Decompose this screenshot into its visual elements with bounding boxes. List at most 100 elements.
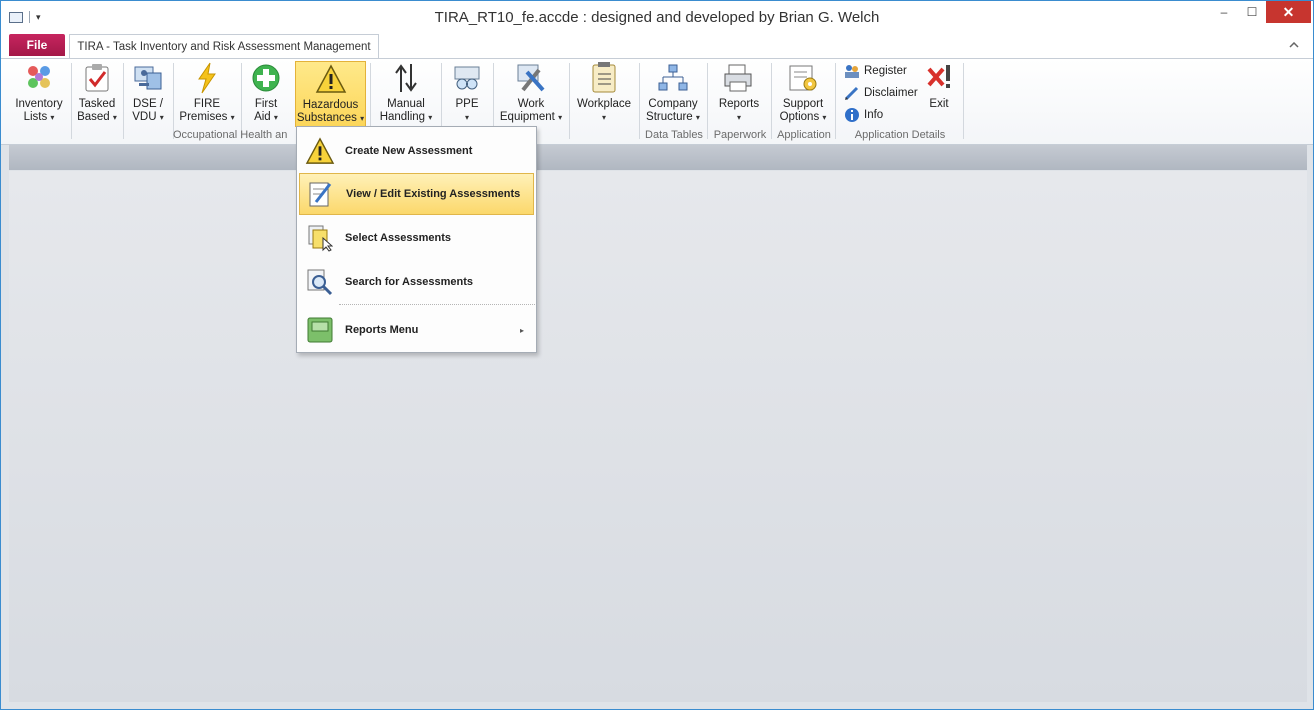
- register-label: Register: [864, 65, 907, 77]
- disclaimer-button[interactable]: Disclaimer: [844, 85, 918, 101]
- clipboard-check-icon: [80, 61, 114, 95]
- ribbon-minimize-icon[interactable]: [1289, 40, 1299, 51]
- chevron-down-icon: ▾: [695, 113, 700, 122]
- window-title: TIRA_RT10_fe.accde : designed and develo…: [434, 9, 880, 26]
- ribbon-tab-row: File TIRA - Task Inventory and Risk Asse…: [1, 34, 1313, 59]
- select-document-icon: [305, 223, 335, 253]
- company-structure-label-2: Structure: [646, 111, 693, 123]
- ribbon-divider: [771, 63, 772, 139]
- hazardous-substances-label-1: Hazardous: [302, 99, 359, 111]
- menu-item-search-assessments[interactable]: Search for Assessments: [299, 261, 534, 303]
- hazardous-substances-menu: Create New Assessment View / Edit Existi…: [296, 126, 537, 353]
- workplace-button[interactable]: Workplace ▾: [571, 61, 637, 127]
- menu-item-label: Select Assessments: [345, 232, 451, 244]
- support-options-label-1: Support: [782, 98, 824, 110]
- chevron-down-icon: ▾: [50, 113, 55, 122]
- work-equipment-label-2: Equipment: [499, 111, 555, 123]
- edit-document-icon: [306, 179, 336, 209]
- chevron-down-icon: ▾: [736, 113, 741, 122]
- pen-icon: [844, 85, 860, 101]
- register-button[interactable]: Register: [844, 63, 907, 79]
- fire-premises-button[interactable]: FIRE Premises ▾: [175, 61, 239, 127]
- register-icon: [844, 63, 860, 79]
- settings-document-icon: [786, 61, 820, 95]
- submenu-arrow-icon: ▸: [519, 325, 524, 335]
- ribbon-divider: [123, 63, 124, 139]
- file-tab[interactable]: File: [9, 34, 65, 56]
- ribbon-divider: [173, 63, 174, 139]
- tasked-based-label-1: Tasked: [78, 98, 116, 110]
- work-equipment-label-1: Work: [517, 98, 545, 110]
- group-label-occupational: Occupational Health an: [173, 129, 288, 141]
- work-equipment-button[interactable]: Work Equipment ▾: [495, 61, 567, 127]
- first-aid-label-2: Aid: [254, 111, 271, 123]
- chevron-down-icon: ▾: [558, 113, 563, 122]
- menu-item-label: Reports Menu: [345, 324, 419, 336]
- chevron-down-icon: ▾: [112, 113, 117, 122]
- green-plus-icon: [249, 61, 283, 95]
- inventory-lists-label-2: Lists: [23, 111, 48, 123]
- fire-premises-label-2: Premises: [179, 111, 228, 123]
- info-label: Info: [864, 109, 884, 121]
- ribbon-divider: [707, 63, 708, 139]
- tasked-based-button[interactable]: Tasked Based ▾: [73, 61, 121, 127]
- menu-item-label: View / Edit Existing Assessments: [346, 188, 521, 200]
- reports-button[interactable]: Reports ▾: [709, 61, 769, 127]
- menu-separator: [339, 304, 535, 305]
- company-structure-button[interactable]: Company Structure ▾: [641, 61, 705, 127]
- workplace-label-1: Workplace: [576, 98, 632, 110]
- window-controls: – ☐ ✕: [1210, 1, 1311, 23]
- chevron-down-icon: ▾: [360, 114, 365, 123]
- manual-handling-label-2: Handling: [379, 111, 426, 123]
- menu-item-select-assessments[interactable]: Select Assessments: [299, 217, 534, 259]
- disclaimer-label: Disclaimer: [864, 87, 918, 99]
- menu-item-view-edit-assessments[interactable]: View / Edit Existing Assessments: [299, 173, 534, 215]
- dse-vdu-label-1: DSE /: [132, 98, 164, 110]
- title-bar: ▾ TIRA_RT10_fe.accde : designed and deve…: [1, 1, 1313, 34]
- hazardous-substances-label-2: Substances: [296, 112, 357, 124]
- warning-triangle-icon: [305, 136, 335, 166]
- tab-tira-main[interactable]: TIRA - Task Inventory and Risk Assessmen…: [69, 34, 379, 58]
- support-options-label-2: Options: [779, 111, 820, 123]
- first-aid-button[interactable]: First Aid ▾: [243, 61, 289, 127]
- ppe-button[interactable]: PPE ▾: [443, 61, 491, 127]
- computer-user-icon: [131, 61, 165, 95]
- checklist-icon: [587, 61, 621, 95]
- tools-icon: [514, 61, 548, 95]
- ribbon: Inventory Lists ▾ Tasked Based ▾ DSE / V…: [1, 58, 1313, 145]
- maximize-button[interactable]: ☐: [1238, 1, 1266, 23]
- chevron-down-icon: ▾: [464, 113, 469, 122]
- search-icon: [305, 267, 335, 297]
- support-options-button[interactable]: Support Options ▾: [773, 61, 833, 127]
- menu-item-reports-menu[interactable]: Reports Menu ▸: [299, 309, 534, 351]
- dse-vdu-button[interactable]: DSE / VDU ▾: [125, 61, 171, 127]
- green-book-icon: [305, 315, 335, 345]
- close-button[interactable]: ✕: [1266, 1, 1311, 23]
- group-label-data-tables: Data Tables: [645, 129, 703, 141]
- menu-item-create-new-assessment[interactable]: Create New Assessment: [299, 130, 534, 172]
- chevron-down-icon: ▾: [159, 113, 164, 122]
- printer-icon: [722, 61, 756, 95]
- chevron-down-icon: ▾: [428, 113, 433, 122]
- group-label-application: Application: [777, 129, 831, 141]
- info-button[interactable]: Info: [844, 107, 883, 123]
- chevron-down-icon: ▾: [601, 113, 606, 122]
- company-structure-label-1: Company: [648, 98, 698, 110]
- info-icon: [844, 107, 860, 123]
- chevron-down-icon: ▾: [273, 113, 278, 122]
- minimize-button[interactable]: –: [1210, 1, 1238, 23]
- first-aid-label-1: First: [254, 98, 278, 110]
- hazardous-substances-button[interactable]: Hazardous Substances ▾: [295, 61, 366, 127]
- application-window: ▾ TIRA_RT10_fe.accde : designed and deve…: [0, 0, 1314, 710]
- tasked-based-label-2: Based: [77, 111, 110, 123]
- ribbon-divider: [835, 63, 836, 139]
- manual-handling-button[interactable]: Manual Handling ▾: [373, 61, 439, 127]
- inventory-lists-button[interactable]: Inventory Lists ▾: [9, 61, 69, 127]
- fire-premises-label-1: FIRE: [193, 98, 221, 110]
- menu-item-label: Search for Assessments: [345, 276, 473, 288]
- ribbon-divider: [639, 63, 640, 139]
- reports-label-1: Reports: [718, 98, 760, 110]
- exit-button[interactable]: Exit: [921, 61, 957, 127]
- warning-triangle-icon: [314, 62, 348, 96]
- form-header-strip: [9, 145, 1307, 170]
